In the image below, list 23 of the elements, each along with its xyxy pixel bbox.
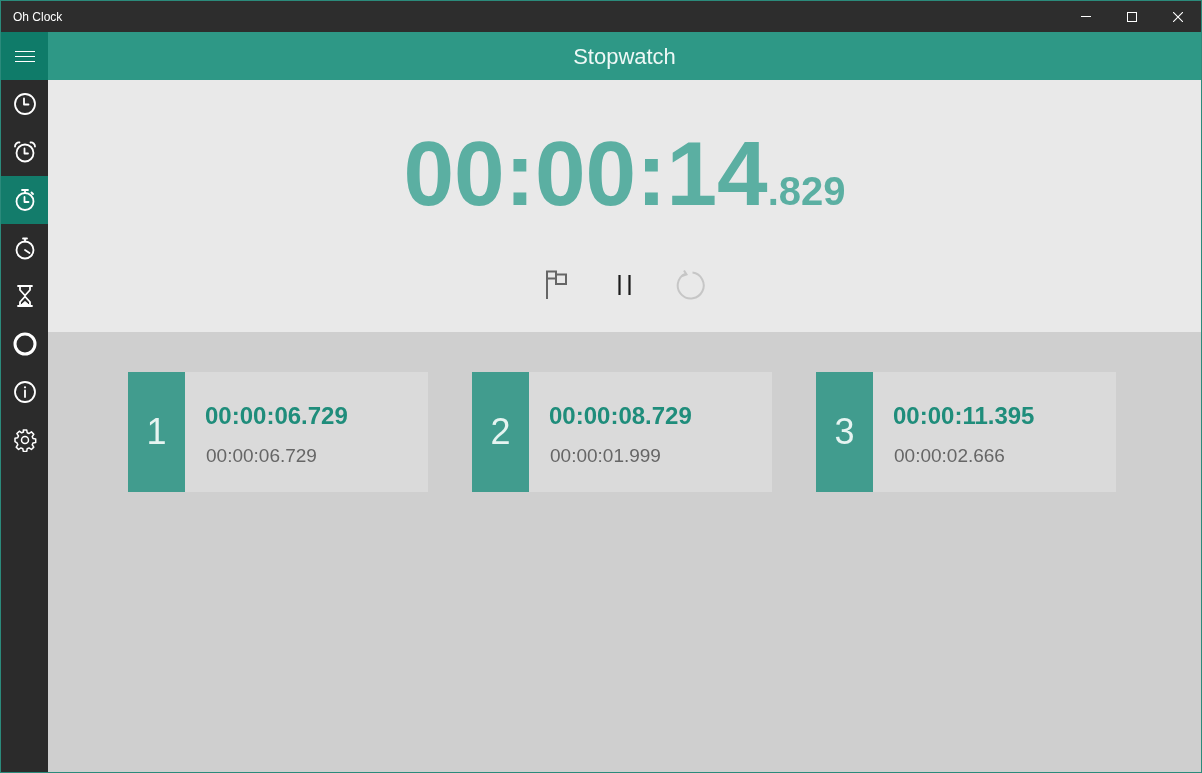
lap-split-time: 00:00:06.729 bbox=[205, 444, 318, 468]
lap-number: 3 bbox=[816, 372, 873, 492]
menu-button[interactable] bbox=[1, 32, 48, 80]
lap-split-time: 00:00:01.999 bbox=[549, 444, 662, 468]
lap-number: 1 bbox=[128, 372, 185, 492]
lap-split-time: 00:00:02.666 bbox=[893, 444, 1006, 468]
clock-icon bbox=[12, 92, 37, 116]
lap-total-time: 00:00:11.395 bbox=[893, 402, 1035, 430]
maximize-icon bbox=[1127, 11, 1137, 22]
window-title: Oh Clock bbox=[13, 8, 63, 26]
elapsed-milliseconds: .829 bbox=[767, 171, 846, 211]
info-icon bbox=[12, 380, 37, 404]
close-icon bbox=[1173, 11, 1183, 22]
alarm-clock-icon bbox=[12, 140, 37, 164]
lap-total-time: 00:00:08.729 bbox=[549, 402, 692, 430]
elapsed-time: 00:00:14 bbox=[403, 128, 768, 219]
menu-icon bbox=[14, 50, 35, 62]
lap-number: 2 bbox=[472, 372, 529, 492]
lap-total-time: 00:00:06.729 bbox=[205, 402, 348, 430]
minimize-icon bbox=[1081, 16, 1091, 17]
settings-icon bbox=[12, 428, 37, 452]
ring-icon bbox=[12, 332, 37, 356]
page-title: Stopwatch bbox=[573, 42, 676, 71]
